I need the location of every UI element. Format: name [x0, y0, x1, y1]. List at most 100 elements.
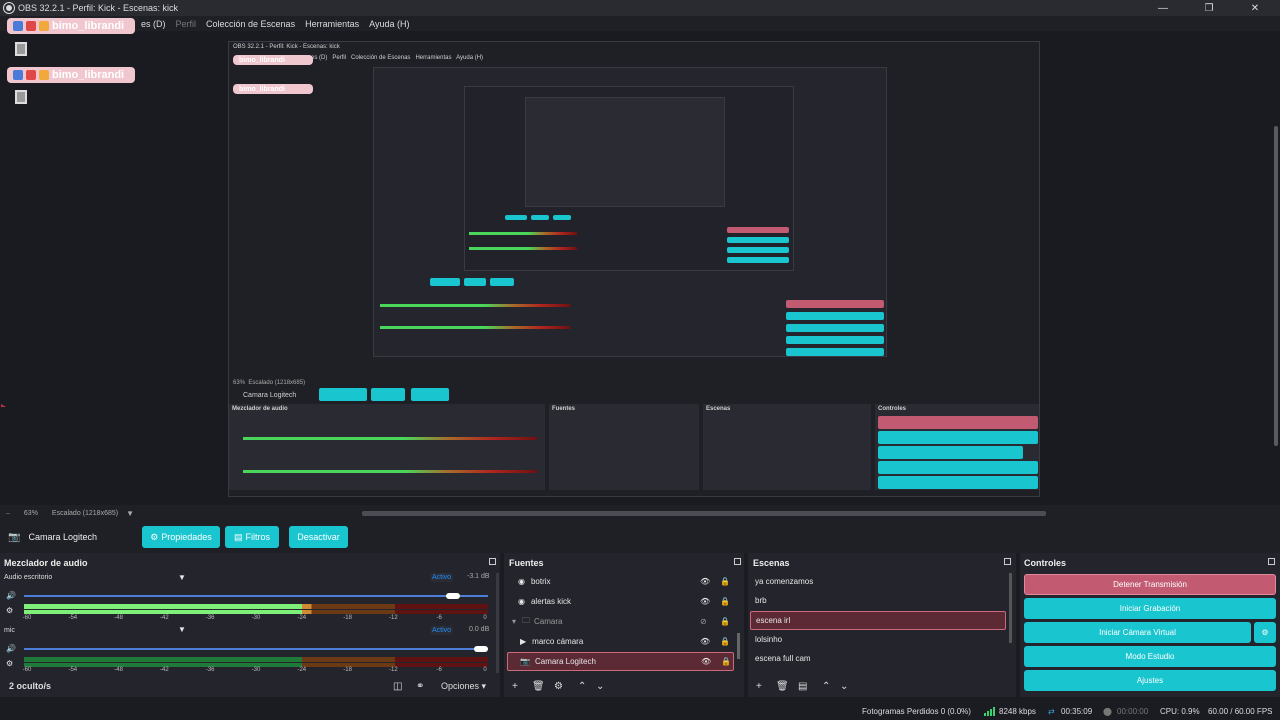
move-down-icon[interactable]: ⌄ — [840, 681, 848, 692]
eye-icon[interactable]: 👁 — [701, 657, 711, 666]
menu-scenes-dock[interactable]: es (D) — [136, 19, 171, 29]
scene-item[interactable]: brb — [755, 591, 1005, 610]
lock-icon[interactable]: 🔒 — [720, 597, 730, 606]
chevron-down-icon[interactable]: ▾ — [512, 617, 516, 626]
float-dock-icon[interactable] — [489, 558, 496, 565]
media-icon: ▶ — [520, 637, 527, 646]
hidden-count: 2 oculto/s — [9, 681, 52, 691]
move-down-icon[interactable]: ⌄ — [596, 681, 604, 692]
start-recording-button[interactable]: Iniciar Grabación — [1024, 598, 1276, 619]
source-group[interactable]: ▾ 🗀 Camara ⊘ 🔒 — [512, 612, 736, 631]
chevron-down-icon[interactable]: ▼ — [178, 573, 186, 582]
scene-item[interactable]: ya comenzamos — [755, 572, 1005, 591]
menu-tools[interactable]: Herramientas — [300, 19, 364, 29]
lock-icon[interactable]: 🔒 — [720, 577, 730, 586]
close-icon[interactable]: ✕ — [1232, 0, 1278, 16]
menu-profile[interactable]: Perfil — [171, 19, 202, 29]
nested-preview-4 — [525, 97, 725, 207]
source-item-selected[interactable]: 📷 Camara Logitech 👁 🔒 — [507, 652, 734, 671]
volume-slider-handle[interactable] — [474, 646, 488, 652]
scenes-scrollbar[interactable] — [1009, 573, 1012, 643]
volume-slider[interactable] — [24, 595, 488, 597]
speaker-icon[interactable]: 🔊 — [6, 644, 16, 653]
preview-horizontal-scrollbar[interactable] — [362, 511, 1046, 516]
meter-tick-label: -18 — [343, 615, 352, 621]
virtual-cam-settings-button[interactable]: ⚙ — [1254, 622, 1276, 643]
eye-hidden-icon[interactable]: ⊘ — [700, 617, 707, 626]
source-item[interactable]: ◉ alertas kick 👁 🔒 — [518, 592, 736, 611]
start-virtual-cam-button[interactable]: Iniciar Cámara Virtual — [1024, 622, 1251, 643]
gear-icon[interactable]: ⚙ — [554, 681, 563, 692]
eye-icon[interactable]: 👁 — [700, 597, 710, 606]
mixer-toolbar: 2 oculto/s ◫ ⚭ Opciones ▾ — [0, 678, 500, 694]
meter-tick-label: -12 — [389, 615, 398, 621]
menu-help[interactable]: Ayuda (H) — [364, 19, 414, 29]
chevron-down-icon[interactable]: ▼ — [126, 509, 134, 518]
scrollbar-thumb[interactable] — [1274, 126, 1278, 446]
meter-tick-label: -6 — [436, 667, 442, 673]
minus-icon[interactable]: – — [6, 510, 10, 517]
meter-segment — [24, 604, 303, 609]
meter-segment — [395, 610, 488, 614]
nested-menu-item: Perfil — [332, 55, 347, 61]
settings-button[interactable]: Ajustes — [1024, 670, 1276, 691]
sources-dock: Fuentes ◉ botrix 👁 🔒 ◉ alertas kick 👁 🔒 ▾ 🗀 Ca… — [504, 553, 744, 697]
settings-icon[interactable]: ⚙ — [6, 659, 13, 668]
float-dock-icon[interactable] — [734, 558, 741, 565]
float-dock-icon[interactable] — [1004, 558, 1011, 565]
move-up-icon[interactable]: ⌃ — [822, 681, 830, 692]
channel-status: Activo — [430, 573, 454, 582]
obs-logo-icon — [4, 3, 14, 13]
bitrate: 8248 kbps — [999, 707, 1036, 716]
volume-slider-handle[interactable] — [446, 593, 461, 599]
lock-icon[interactable]: 🔒 — [721, 657, 731, 666]
deactivate-button[interactable]: Desactivar — [289, 526, 348, 548]
maximize-icon[interactable]: ❐ — [1186, 0, 1232, 16]
source-item[interactable]: ◉ botrix 👁 🔒 — [518, 572, 736, 591]
scene-item[interactable]: escena full cam — [755, 649, 1005, 668]
add-icon[interactable]: + — [756, 681, 762, 692]
stop-stream-button[interactable]: Detener Transmisión — [1024, 574, 1276, 595]
eye-icon[interactable]: 👁 — [700, 577, 710, 586]
filters-button[interactable]: ▤ Filtros — [225, 526, 279, 548]
chevron-down-icon[interactable]: ▼ — [178, 625, 186, 634]
zoom-percent: 63% — [23, 509, 38, 517]
volume-slider[interactable] — [24, 648, 488, 650]
sources-scrollbar[interactable] — [737, 633, 740, 659]
nested-title: OBS 32.2.1 - Perfil: Kick - Escenas: kic… — [233, 44, 340, 50]
nested-scenes-title: Escenas — [706, 406, 731, 412]
filter-icon[interactable]: ▤ — [798, 681, 807, 692]
mixer-scrollbar[interactable] — [496, 573, 499, 673]
meter-segment — [302, 604, 396, 609]
status-bar: Fotogramas Perdidos 0 (0.0%) 8248 kbps ⇄… — [0, 703, 1280, 720]
trash-icon[interactable]: 🗑 — [776, 681, 789, 692]
heart-icon — [26, 21, 36, 31]
source-name: alertas kick — [530, 597, 571, 606]
speaker-icon[interactable]: 🔊 — [6, 591, 16, 600]
eye-icon[interactable]: 👁 — [700, 637, 710, 646]
lock-icon[interactable]: 🔒 — [720, 637, 730, 646]
studio-mode-button[interactable]: Modo Estudio — [1024, 646, 1276, 667]
options-button[interactable]: Opciones ▾ — [441, 681, 486, 692]
add-icon[interactable]: + — [512, 681, 518, 692]
meter-tick-label: -60 — [22, 667, 32, 673]
trash-icon[interactable]: 🗑 — [532, 681, 545, 692]
preview-canvas[interactable]: bimo_librandi bimo_librandi OBS 32.2.1 -… — [0, 18, 1272, 505]
float-dock-icon[interactable] — [1268, 558, 1275, 565]
scene-item-selected[interactable]: escena irl — [750, 611, 1006, 630]
properties-button[interactable]: ⚙ Propiedades — [142, 526, 220, 548]
source-item[interactable]: ▶ marco cámara 👁 🔒 — [520, 632, 736, 651]
scene-item[interactable]: lolsinho — [755, 630, 1005, 649]
lock-icon[interactable]: 🔒 — [720, 617, 730, 626]
move-up-icon[interactable]: ⌃ — [578, 681, 586, 692]
layout-icon[interactable]: ◫ — [393, 681, 402, 692]
cpu-usage: CPU: 0.9% — [1160, 707, 1200, 716]
sub-icon — [39, 70, 49, 80]
minimize-icon[interactable]: — — [1140, 0, 1186, 16]
meter-scale: -60 -54 -48 -42 -36 -30 -24 -18 -12 -6 0 — [22, 667, 488, 675]
nested-scale-label: Escalado (1218x685) — [248, 380, 306, 386]
preview-vertical-scrollbar[interactable] — [1272, 31, 1280, 505]
link-icon[interactable]: ⚭ — [416, 681, 424, 692]
menu-scene-collection[interactable]: Colección de Escenas — [201, 19, 300, 29]
settings-icon[interactable]: ⚙ — [6, 606, 13, 615]
